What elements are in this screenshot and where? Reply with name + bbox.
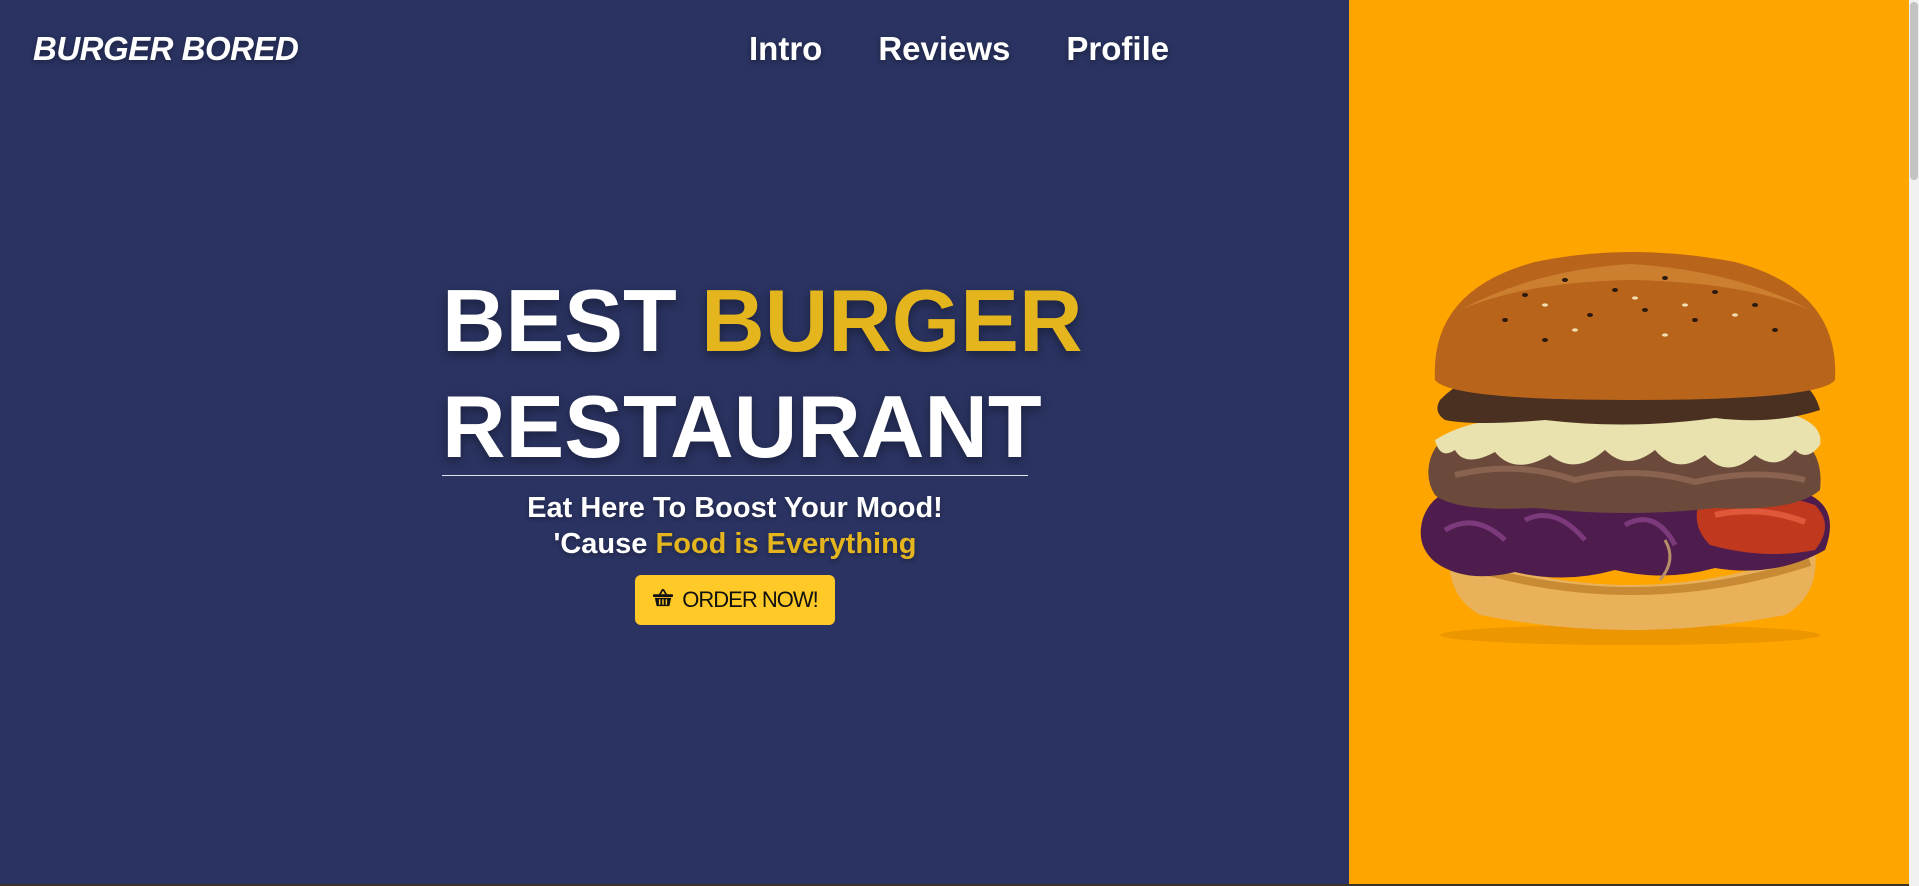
scrollbar-thumb[interactable] <box>1910 2 1918 180</box>
hero-title-burger: BURGER <box>701 271 1083 370</box>
order-now-button[interactable]: ORDER NOW! <box>635 575 835 625</box>
hero-title-best: BEST <box>442 271 677 370</box>
tagline-mood: Eat Here To Boost Your Mood! <box>527 492 943 524</box>
order-now-label: ORDER NOW! <box>682 587 818 612</box>
hero-title-restaurant: RESTAURANT <box>442 377 1042 476</box>
nav-reviews[interactable]: Reviews <box>878 30 1010 68</box>
main-nav: Intro Reviews Profile <box>749 30 1169 68</box>
shopping-basket-icon <box>652 587 674 613</box>
brand-logo[interactable]: BURGER BORED <box>33 30 299 68</box>
hero-divider <box>442 475 1028 476</box>
tagline-prefix: 'Cause <box>553 528 648 560</box>
hero-title: BEST BURGER RESTAURANT <box>442 268 1083 480</box>
nav-intro[interactable]: Intro <box>749 30 822 68</box>
tagline-highlight: Food is Everything <box>655 528 917 560</box>
nav-profile[interactable]: Profile <box>1066 30 1169 68</box>
burger-image <box>1420 252 1836 645</box>
tagline-food: 'Cause Food is Everything <box>442 526 1028 562</box>
